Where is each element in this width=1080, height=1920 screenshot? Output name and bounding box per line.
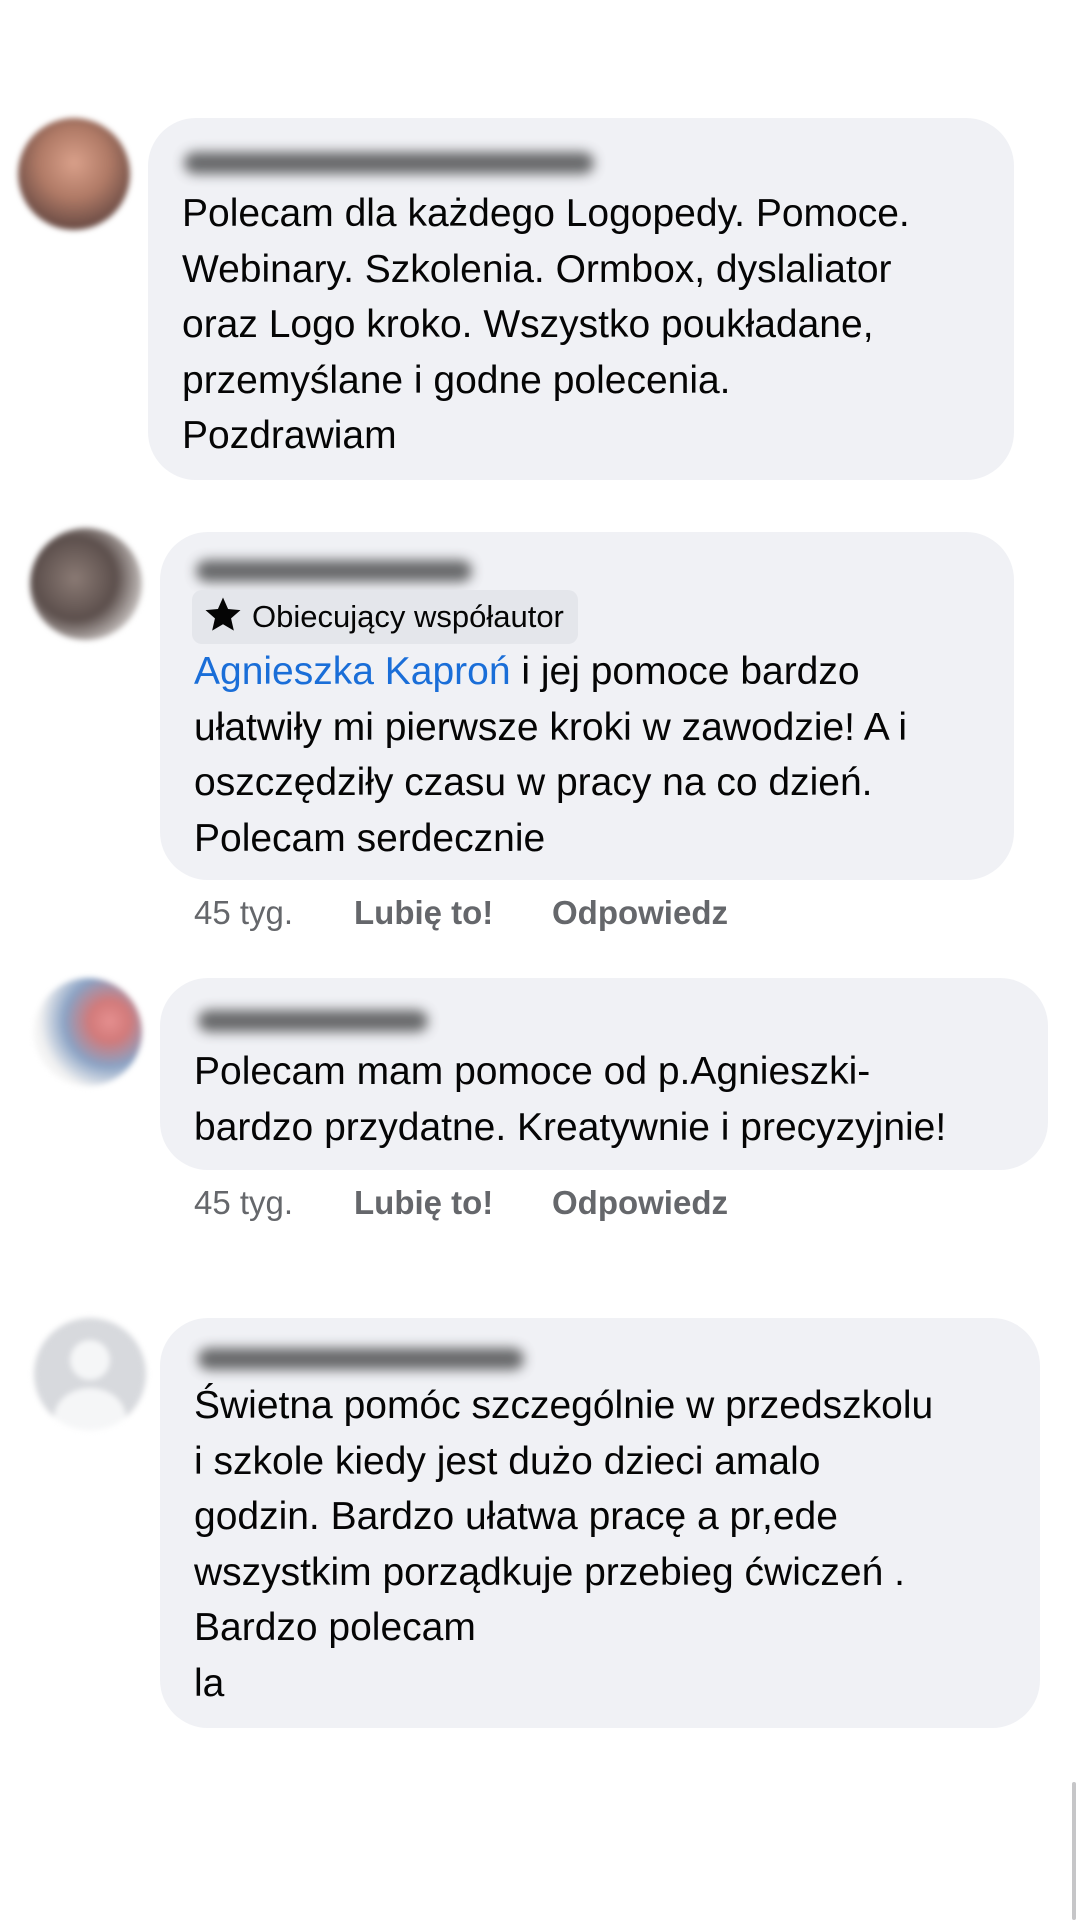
- reply-button[interactable]: Odpowiedz: [552, 894, 728, 932]
- comment-text: Świetna pomóc szczególnie w przedszkolu …: [194, 1384, 934, 1705]
- comment-bubble[interactable]: Świetna pomóc szczególnie w przedszkolu …: [160, 1318, 1040, 1728]
- comment-bubble[interactable]: Polecam dla każdego Logopedy. Pomoce. We…: [148, 118, 1014, 480]
- user-avatar[interactable]: [30, 528, 142, 640]
- default-avatar[interactable]: [34, 1318, 146, 1430]
- comment-actions: 45 tyg. Lubię to! Odpowiedz: [194, 1184, 728, 1222]
- reply-button[interactable]: Odpowiedz: [552, 1184, 728, 1222]
- timestamp[interactable]: 45 tyg.: [194, 894, 354, 932]
- comment-text: Polecam dla każdego Logopedy. Pomoce. We…: [182, 192, 910, 457]
- badge-label: Obiecujący współautor: [252, 599, 564, 634]
- contributor-badge: Obiecujący współautor: [192, 590, 578, 644]
- user-avatar[interactable]: [18, 118, 130, 230]
- comment-text: Agnieszka Kaproń i jej pomoce bardzo uła…: [194, 644, 907, 866]
- timestamp[interactable]: 45 tyg.: [194, 1184, 354, 1222]
- avatar-head: [70, 1340, 110, 1380]
- like-button[interactable]: Lubię to!: [354, 894, 552, 932]
- author-name-blurred[interactable]: [184, 152, 594, 174]
- avatar-body: [54, 1388, 126, 1430]
- user-avatar[interactable]: [34, 978, 142, 1086]
- scrollbar[interactable]: [1072, 1782, 1076, 1920]
- star-icon: [202, 594, 244, 641]
- mention-link[interactable]: Agnieszka Kaproń: [194, 650, 511, 693]
- author-name-blurred[interactable]: [196, 560, 472, 582]
- comment-actions: 45 tyg. Lubię to! Odpowiedz: [194, 894, 728, 932]
- comment-bubble[interactable]: Polecam mam pomoce od p.Agnieszki- bardz…: [160, 978, 1048, 1170]
- author-name-blurred[interactable]: [198, 1010, 428, 1032]
- comment-bubble[interactable]: Obiecujący współautor Agnieszka Kaproń i…: [160, 532, 1014, 880]
- like-button[interactable]: Lubię to!: [354, 1184, 552, 1222]
- comment-text: Polecam mam pomoce od p.Agnieszki- bardz…: [194, 1050, 947, 1149]
- author-name-blurred[interactable]: [198, 1348, 524, 1370]
